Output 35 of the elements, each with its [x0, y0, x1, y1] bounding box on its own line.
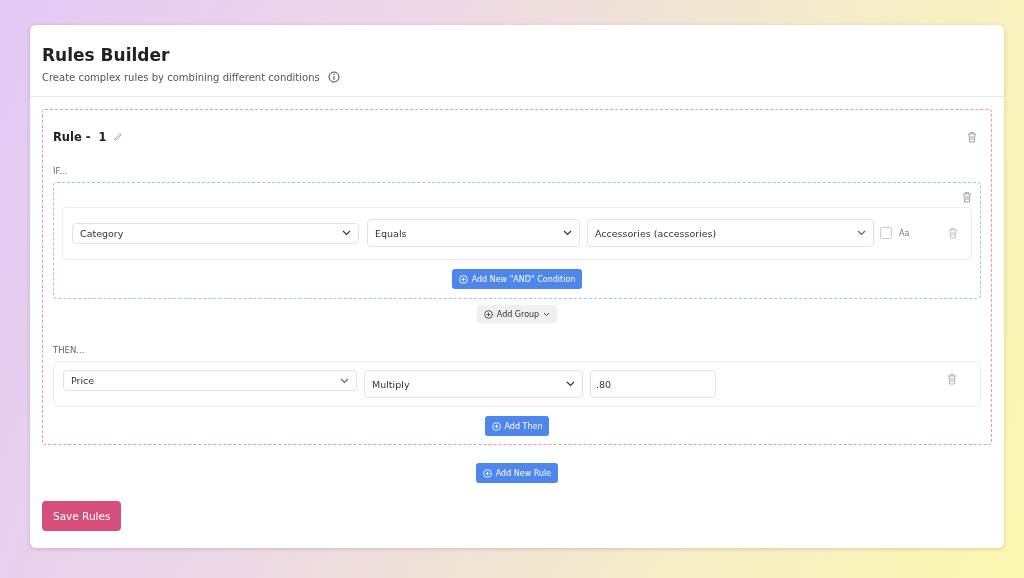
chevron-down-icon — [857, 230, 866, 236]
chevron-down-icon — [566, 381, 575, 387]
field-select[interactable]: Category — [72, 222, 359, 244]
chevron-down-icon — [563, 230, 572, 236]
rule-number: 1 — [98, 130, 107, 144]
trash-icon[interactable] — [967, 131, 977, 143]
page-title: Rules Builder — [42, 45, 171, 65]
save-button[interactable]: Save Rules — [42, 501, 122, 531]
info-icon[interactable] — [327, 71, 340, 83]
then-label: THEN... — [53, 345, 86, 355]
page-subtitle: Create complex rules by combining different conditions — [42, 71, 320, 83]
chevron-down-icon — [543, 311, 551, 317]
operator-select[interactable]: Equals — [367, 219, 580, 247]
plus-circle-icon — [458, 274, 468, 284]
rule-label: Rule - — [53, 130, 91, 144]
add-rule-button[interactable]: Add New Rule — [475, 463, 559, 483]
operation-select[interactable]: Multiply — [364, 370, 583, 398]
plus-circle-icon — [482, 468, 492, 478]
case-label: Aa — [899, 228, 910, 238]
case-checkbox[interactable] — [880, 227, 892, 239]
value-input[interactable]: .80 — [590, 370, 716, 398]
chevron-down-icon — [340, 377, 349, 384]
if-label: IF... — [53, 166, 69, 176]
chevron-down-icon — [342, 230, 351, 236]
add-condition-button[interactable]: Add New "AND" Condition — [451, 269, 583, 289]
add-group-button[interactable]: Add Group — [476, 305, 558, 323]
add-then-button[interactable]: Add Then — [484, 416, 550, 436]
plus-circle-icon — [491, 421, 501, 431]
trash-icon[interactable] — [962, 191, 972, 203]
pencil-icon[interactable] — [112, 132, 123, 142]
field-select[interactable]: Price — [63, 370, 357, 391]
value-select[interactable]: Accessories (accessories) — [587, 219, 874, 247]
plus-circle-icon — [483, 309, 493, 319]
trash-icon[interactable] — [947, 373, 957, 385]
trash-icon[interactable] — [948, 227, 958, 239]
